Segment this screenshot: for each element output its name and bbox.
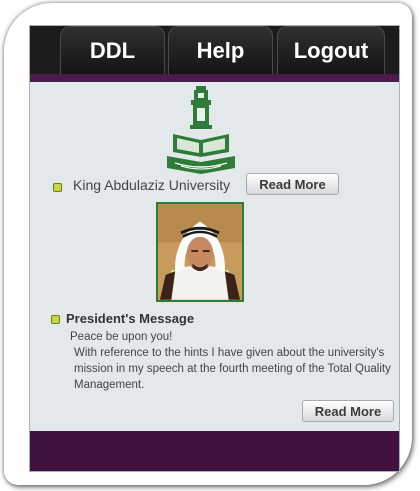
president-read-more-button[interactable]: Read More xyxy=(302,400,394,422)
nav-accent-strip xyxy=(30,74,399,82)
president-bullet-icon xyxy=(51,315,60,324)
university-emblem-icon xyxy=(167,86,235,174)
tab-ddl[interactable]: DDL xyxy=(60,26,165,74)
president-portrait xyxy=(156,202,244,302)
president-message-title: President's Message xyxy=(66,311,195,326)
president-message-body: With reference to the hints I have given… xyxy=(74,347,391,391)
university-name: King Abdulaziz University xyxy=(73,177,231,193)
tab-logout[interactable]: Logout xyxy=(277,26,385,74)
top-navigation-bar: DDL Help Logout xyxy=(30,26,399,82)
app-frame: DDL Help Logout King Abdulaziz Universit… xyxy=(4,3,412,485)
university-read-more-button[interactable]: Read More xyxy=(246,173,339,195)
president-portrait-image xyxy=(158,204,242,300)
tab-help[interactable]: Help xyxy=(168,26,273,74)
university-bullet-icon xyxy=(53,183,62,192)
content-panel: DDL Help Logout King Abdulaziz Universit… xyxy=(29,25,400,472)
president-message-text: Peace be upon you! With reference to the… xyxy=(70,329,395,393)
president-greeting: Peace be upon you! xyxy=(70,331,173,343)
footer-bar xyxy=(30,431,399,471)
